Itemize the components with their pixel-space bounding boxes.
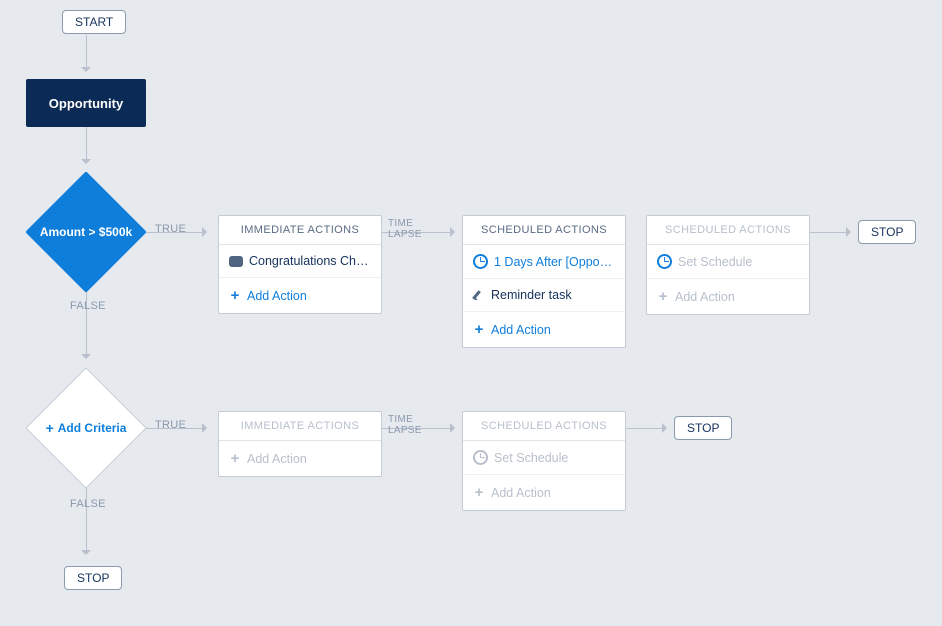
edge-label-false: FALSE — [70, 498, 106, 510]
add-action-button[interactable]: + Add Action — [219, 441, 381, 476]
plus-icon: + — [473, 321, 485, 338]
set-schedule-row[interactable]: Set Schedule — [647, 245, 809, 279]
criteria-2-label: +Add Criteria — [26, 368, 146, 488]
edge-label-true: TRUE — [155, 419, 186, 431]
add-action-button[interactable]: + Add Action — [463, 312, 625, 347]
add-action-button[interactable]: + Add Action — [219, 278, 381, 313]
edge-label-timelapse: TIMELAPSE — [388, 414, 422, 436]
connector-line — [810, 232, 846, 233]
arrow-down-icon — [81, 354, 91, 364]
scheduled-actions-card-1: SCHEDULED ACTIONS 1 Days After [Oppo… Re… — [462, 215, 626, 348]
plus-icon: + — [229, 450, 241, 467]
arrow-right-icon — [846, 227, 856, 237]
card-header: SCHEDULED ACTIONS — [647, 216, 809, 245]
action-row[interactable]: Congratulations Ch… — [219, 245, 381, 278]
arrow-down-icon — [81, 550, 91, 560]
plus-icon: + — [473, 484, 485, 501]
edge-label-timelapse: TIMELAPSE — [388, 218, 422, 240]
stop-button-row2[interactable]: STOP — [674, 416, 732, 440]
connector-line — [86, 127, 87, 159]
criteria-node-2[interactable]: +Add Criteria — [26, 368, 146, 488]
arrow-right-icon — [202, 227, 212, 237]
clock-icon — [473, 254, 488, 269]
clock-icon — [657, 254, 672, 269]
immediate-actions-card-2: IMMEDIATE ACTIONS + Add Action — [218, 411, 382, 477]
set-schedule-row[interactable]: Set Schedule — [463, 441, 625, 475]
card-header: SCHEDULED ACTIONS — [463, 412, 625, 441]
trigger-node[interactable]: Opportunity — [26, 79, 146, 127]
edge-label-true: TRUE — [155, 223, 186, 235]
clock-icon — [473, 450, 488, 465]
plus-icon: + — [657, 288, 669, 305]
add-action-button[interactable]: + Add Action — [647, 279, 809, 314]
add-action-button[interactable]: + Add Action — [463, 475, 625, 510]
plus-icon: + — [229, 287, 241, 304]
scheduled-actions-card-2: SCHEDULED ACTIONS Set Schedule + Add Act… — [646, 215, 810, 315]
connector-line — [626, 428, 662, 429]
stop-button-final[interactable]: STOP — [64, 566, 122, 590]
action-row[interactable]: Reminder task — [463, 279, 625, 312]
arrow-right-icon — [202, 423, 212, 433]
criteria-node-1[interactable]: Amount > $500k — [26, 172, 146, 292]
scheduled-actions-card-3: SCHEDULED ACTIONS Set Schedule + Add Act… — [462, 411, 626, 511]
criteria-1-label: Amount > $500k — [26, 172, 146, 292]
arrow-down-icon — [81, 67, 91, 77]
chat-icon — [229, 256, 243, 267]
edge-label-false: FALSE — [70, 300, 106, 312]
arrow-right-icon — [450, 423, 460, 433]
arrow-down-icon — [81, 159, 91, 169]
schedule-row[interactable]: 1 Days After [Oppo… — [463, 245, 625, 279]
immediate-actions-card-1: IMMEDIATE ACTIONS Congratulations Ch… + … — [218, 215, 382, 314]
trigger-label: Opportunity — [49, 96, 123, 111]
arrow-right-icon — [450, 227, 460, 237]
start-button[interactable]: START — [62, 10, 126, 34]
plus-icon: + — [46, 420, 54, 437]
stop-button-row1[interactable]: STOP — [858, 220, 916, 244]
connector-line — [86, 35, 87, 67]
card-header: IMMEDIATE ACTIONS — [219, 412, 381, 441]
card-header: SCHEDULED ACTIONS — [463, 216, 625, 245]
arrow-right-icon — [662, 423, 672, 433]
card-header: IMMEDIATE ACTIONS — [219, 216, 381, 245]
pencil-icon — [473, 289, 485, 301]
